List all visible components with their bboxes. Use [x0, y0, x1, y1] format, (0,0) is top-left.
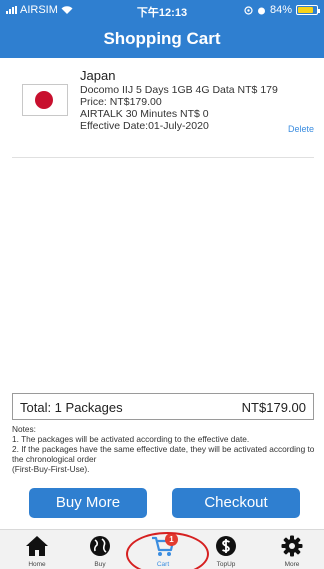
- tab-buy-label: Buy: [94, 561, 106, 568]
- home-icon: [26, 536, 48, 556]
- item-price: Price: NT$179.00: [80, 96, 162, 108]
- globe-icon: [90, 536, 110, 556]
- cart-highlight-circle: [126, 532, 209, 569]
- page-title: Shopping Cart: [0, 20, 324, 58]
- notes-line-1: 1. The packages will be activated accord…: [12, 434, 250, 444]
- buy-more-button[interactable]: Buy More: [29, 488, 147, 518]
- status-bar: AIRSIM 下午12:13 84%: [0, 0, 324, 20]
- battery-percentage: 84%: [269, 4, 292, 16]
- tab-home-label: Home: [28, 561, 46, 568]
- checkout-button[interactable]: Checkout: [172, 488, 300, 518]
- battery-icon: [296, 5, 320, 15]
- tab-topup-label: TopUp: [216, 561, 236, 568]
- cart-item-details: Japan Docomo IIJ 5 Days 1GB 4G Data NT$ …: [80, 68, 278, 132]
- japan-flag-icon: [22, 84, 68, 116]
- notes: Notes: 1. The packages will be activated…: [12, 424, 316, 474]
- notes-line-2: 2. If the packages have the same effecti…: [12, 444, 315, 464]
- total-summary: Total: 1 Packages NT$179.00: [12, 393, 314, 420]
- item-country: Japan: [80, 68, 116, 83]
- cart-item: Japan Docomo IIJ 5 Days 1GB 4G Data NT$ …: [12, 66, 314, 158]
- item-effective-date: Effective Date:01-July-2020: [80, 120, 209, 132]
- location-icon: [244, 5, 253, 15]
- delete-item-link[interactable]: Delete: [288, 124, 314, 134]
- tab-topup[interactable]: TopUp: [201, 530, 251, 569]
- notes-line-3: (First-Buy-First-Use).: [12, 464, 90, 474]
- item-package-name: Docomo IIJ 5 Days 1GB 4G Data NT$ 179: [80, 84, 278, 96]
- gear-icon: [281, 535, 303, 557]
- tab-buy[interactable]: Buy: [75, 530, 125, 569]
- tab-more[interactable]: More: [267, 530, 317, 569]
- total-amount: NT$179.00: [241, 400, 306, 415]
- notes-heading: Notes:: [12, 424, 36, 434]
- tab-more-label: More: [284, 561, 300, 568]
- dollar-icon: [216, 536, 236, 556]
- tab-home[interactable]: Home: [12, 530, 62, 569]
- alarm-icon: [257, 7, 265, 14]
- item-airtalk: AIRTALK 30 Minutes NT$ 0: [80, 108, 209, 120]
- total-label: Total: 1 Packages: [20, 400, 123, 415]
